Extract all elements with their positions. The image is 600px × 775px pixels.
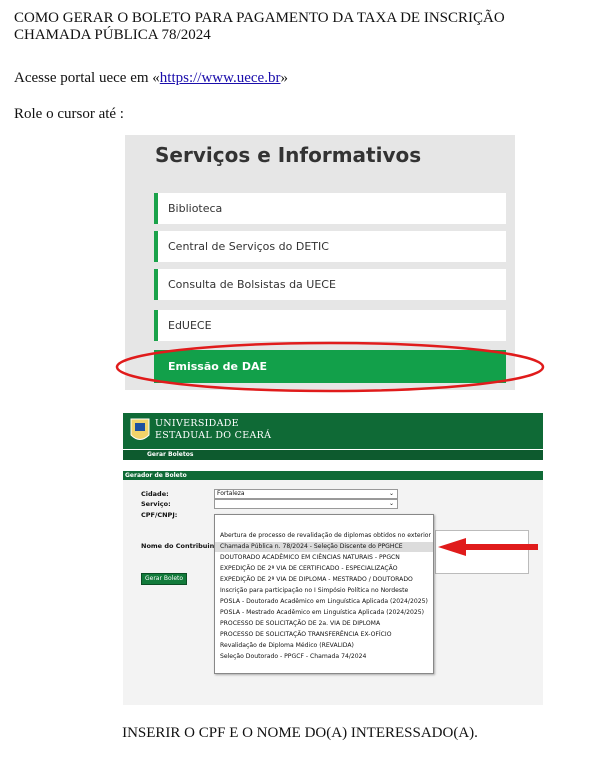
- services-heading: Serviços e Informativos: [155, 143, 422, 167]
- dropdown-option-highlighted[interactable]: Chamada Pública n. 78/2024 - Seleção Dis…: [215, 542, 433, 552]
- university-name-line2: ESTADUAL DO CEARÁ: [155, 430, 272, 441]
- label-cpf: CPF/CNPJ:: [141, 511, 178, 519]
- uece-link[interactable]: https://www.uece.br: [160, 70, 281, 86]
- dropdown-option[interactable]: PROCESSO DE SOLICITAÇÃO TRANSFERÊNCIA EX…: [215, 630, 433, 640]
- red-arrow-icon: [438, 538, 538, 556]
- nav-gerar-boletos[interactable]: Gerar Boletos: [147, 450, 193, 460]
- gerar-boleto-button[interactable]: Gerar Boleto: [141, 573, 188, 585]
- service-item-biblioteca[interactable]: Biblioteca: [154, 193, 506, 224]
- chevron-down-icon: ⌄: [388, 490, 394, 497]
- access-suffix: »: [280, 70, 288, 86]
- section-title: Gerador de Boleto: [125, 472, 187, 479]
- service-item-eduece[interactable]: EdUECE: [154, 310, 506, 341]
- access-instruction: Acesse portal uece em «https://www.uece.…: [14, 70, 288, 87]
- highlight-oval: [115, 341, 545, 393]
- cidade-select[interactable]: Fortaleza ⌄: [214, 489, 398, 499]
- label-servico: Serviço:: [141, 500, 171, 508]
- service-item-bolsistas[interactable]: Consulta de Bolsistas da UECE: [154, 269, 506, 300]
- dropdown-option[interactable]: Seleção Doutorado - PPGCF - Chamada 74/2…: [215, 652, 433, 662]
- university-name-line1: UNIVERSIDADE: [155, 418, 239, 429]
- section-bar: Gerador de Boleto: [123, 471, 543, 480]
- nav-bar: Gerar Boletos: [123, 450, 543, 460]
- label-cidade: Cidade:: [141, 490, 169, 498]
- chevron-down-icon: ⌄: [388, 500, 394, 507]
- boleto-screenshot: UNIVERSIDADE ESTADUAL DO CEARÁ Gerar Bol…: [123, 413, 543, 705]
- dropdown-option[interactable]: EXPEDIÇÃO DE 2ª VIA DE CERTIFICADO - ESP…: [215, 564, 433, 574]
- dropdown-option[interactable]: PROCESSO DE SOLICITAÇÃO DE 2a. VIA DE DI…: [215, 619, 433, 629]
- access-prefix: Acesse portal uece em «: [14, 70, 160, 86]
- document-title: COMO GERAR O BOLETO PARA PAGAMENTO DA TA…: [14, 10, 505, 43]
- dropdown-option[interactable]: DOUTORADO ACADÊMICO EM CIÊNCIAS NATURAIS…: [215, 553, 433, 563]
- dropdown-option[interactable]: Inscrição para participação no I Simpósi…: [215, 586, 433, 596]
- servico-select[interactable]: ⌄: [214, 499, 398, 509]
- dropdown-option[interactable]: POSLA - Mestrado Acadêmico em Linguístic…: [215, 608, 433, 618]
- scroll-instruction: Role o cursor até :: [14, 106, 124, 122]
- label-nome: Nome do Contribuinte:: [141, 542, 225, 550]
- instruction-footer: INSERIR O CPF E O NOME DO(A) INTERESSADO…: [122, 725, 478, 741]
- dropdown-option[interactable]: EXPEDIÇÃO DE 2ª VIA DE DIPLOMA - MESTRAD…: [215, 575, 433, 585]
- dropdown-option[interactable]: POSLA - Doutorado Acadêmico em Linguísti…: [215, 597, 433, 607]
- service-item-detic[interactable]: Central de Serviços do DETIC: [154, 231, 506, 262]
- university-header: UNIVERSIDADE ESTADUAL DO CEARÁ: [123, 413, 543, 449]
- cidade-value: Fortaleza: [217, 490, 245, 497]
- servico-dropdown-list: Abertura de processo de revalidação de d…: [214, 514, 434, 674]
- dropdown-option[interactable]: Abertura de processo de revalidação de d…: [215, 531, 433, 541]
- university-crest-icon: [130, 418, 150, 440]
- dropdown-option[interactable]: Revalidação de Diploma Médico (REVALIDA): [215, 641, 433, 651]
